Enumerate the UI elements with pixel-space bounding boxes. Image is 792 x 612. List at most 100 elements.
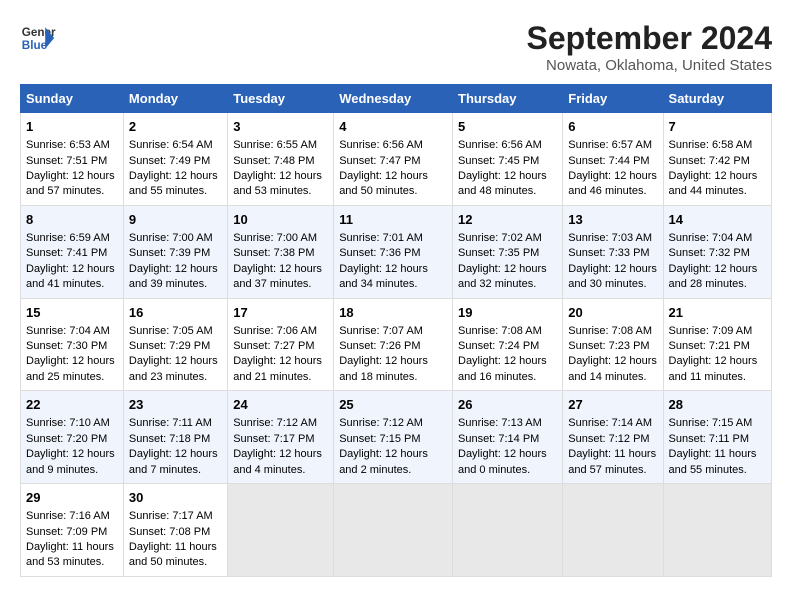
day-number: 5 — [458, 118, 557, 136]
day-number: 26 — [458, 396, 557, 414]
calendar-cell: 19Sunrise: 7:08 AMSunset: 7:24 PMDayligh… — [453, 298, 563, 391]
daylight-label: Daylight: 12 hours and 39 minutes. — [129, 263, 218, 290]
calendar-cell — [334, 484, 453, 577]
sunrise-label: Sunrise: 7:12 AM — [339, 417, 423, 429]
calendar-cell — [228, 484, 334, 577]
sunrise-label: Sunrise: 7:06 AM — [233, 325, 317, 337]
calendar-cell: 12Sunrise: 7:02 AMSunset: 7:35 PMDayligh… — [453, 205, 563, 298]
sunset-label: Sunset: 7:30 PM — [26, 340, 107, 352]
week-row-2: 8Sunrise: 6:59 AMSunset: 7:41 PMDaylight… — [21, 205, 772, 298]
day-number: 22 — [26, 396, 118, 414]
sunset-label: Sunset: 7:14 PM — [458, 433, 539, 445]
sunset-label: Sunset: 7:35 PM — [458, 247, 539, 259]
day-number: 11 — [339, 211, 447, 229]
sunrise-label: Sunrise: 7:00 AM — [233, 232, 317, 244]
day-number: 18 — [339, 304, 447, 322]
sunrise-label: Sunrise: 7:15 AM — [669, 417, 753, 429]
day-number: 4 — [339, 118, 447, 136]
sunset-label: Sunset: 7:29 PM — [129, 340, 210, 352]
sunset-label: Sunset: 7:20 PM — [26, 433, 107, 445]
sunset-label: Sunset: 7:48 PM — [233, 155, 314, 167]
sunrise-label: Sunrise: 7:02 AM — [458, 232, 542, 244]
sunset-label: Sunset: 7:42 PM — [669, 155, 750, 167]
calendar-cell: 28Sunrise: 7:15 AMSunset: 7:11 PMDayligh… — [663, 391, 771, 484]
calendar-cell: 13Sunrise: 7:03 AMSunset: 7:33 PMDayligh… — [563, 205, 663, 298]
day-number: 29 — [26, 489, 118, 507]
day-number: 24 — [233, 396, 328, 414]
sunset-label: Sunset: 7:17 PM — [233, 433, 314, 445]
sunset-label: Sunset: 7:15 PM — [339, 433, 420, 445]
daylight-label: Daylight: 12 hours and 2 minutes. — [339, 448, 428, 475]
logo: General Blue — [20, 20, 56, 56]
sunrise-label: Sunrise: 6:56 AM — [458, 139, 542, 151]
sunset-label: Sunset: 7:45 PM — [458, 155, 539, 167]
sunrise-label: Sunrise: 7:03 AM — [568, 232, 652, 244]
calendar-cell: 6Sunrise: 6:57 AMSunset: 7:44 PMDaylight… — [563, 113, 663, 206]
daylight-label: Daylight: 12 hours and 4 minutes. — [233, 448, 322, 475]
sunrise-label: Sunrise: 7:07 AM — [339, 325, 423, 337]
calendar-cell: 2Sunrise: 6:54 AMSunset: 7:49 PMDaylight… — [123, 113, 227, 206]
day-number: 6 — [568, 118, 657, 136]
sunrise-label: Sunrise: 7:01 AM — [339, 232, 423, 244]
day-number: 9 — [129, 211, 222, 229]
calendar-cell: 17Sunrise: 7:06 AMSunset: 7:27 PMDayligh… — [228, 298, 334, 391]
daylight-label: Daylight: 12 hours and 53 minutes. — [233, 170, 322, 197]
day-number: 16 — [129, 304, 222, 322]
sunrise-label: Sunrise: 7:08 AM — [458, 325, 542, 337]
sunrise-label: Sunrise: 7:12 AM — [233, 417, 317, 429]
sunrise-label: Sunrise: 7:14 AM — [568, 417, 652, 429]
sunrise-label: Sunrise: 7:16 AM — [26, 510, 110, 522]
sunset-label: Sunset: 7:38 PM — [233, 247, 314, 259]
calendar-cell — [563, 484, 663, 577]
page-header: General Blue September 2024 Nowata, Okla… — [20, 20, 772, 74]
sunset-label: Sunset: 7:11 PM — [669, 433, 750, 445]
day-number: 14 — [669, 211, 766, 229]
daylight-label: Daylight: 12 hours and 30 minutes. — [568, 263, 657, 290]
daylight-label: Daylight: 12 hours and 32 minutes. — [458, 263, 547, 290]
daylight-label: Daylight: 12 hours and 37 minutes. — [233, 263, 322, 290]
week-row-3: 15Sunrise: 7:04 AMSunset: 7:30 PMDayligh… — [21, 298, 772, 391]
sunrise-label: Sunrise: 6:54 AM — [129, 139, 213, 151]
sunset-label: Sunset: 7:09 PM — [26, 526, 107, 538]
sunset-label: Sunset: 7:39 PM — [129, 247, 210, 259]
daylight-label: Daylight: 12 hours and 57 minutes. — [26, 170, 115, 197]
sunset-label: Sunset: 7:26 PM — [339, 340, 420, 352]
calendar-cell: 1Sunrise: 6:53 AMSunset: 7:51 PMDaylight… — [21, 113, 124, 206]
calendar-cell: 10 Sunrise: 7:00 AM Sunset: 7:38 PM Dayligh… — [228, 205, 334, 298]
day-number: 3 — [233, 118, 328, 136]
sunrise-label: Sunrise: 6:53 AM — [26, 139, 110, 151]
column-header-monday: Monday — [123, 85, 227, 113]
day-number: 23 — [129, 396, 222, 414]
daylight-label: Daylight: 12 hours and 9 minutes. — [26, 448, 115, 475]
sunrise-label: Sunrise: 7:10 AM — [26, 417, 110, 429]
daylight-label: Daylight: 12 hours and 21 minutes. — [233, 355, 322, 382]
column-header-thursday: Thursday — [453, 85, 563, 113]
calendar-cell: 5Sunrise: 6:56 AMSunset: 7:45 PMDaylight… — [453, 113, 563, 206]
daylight-label: Daylight: 12 hours and 16 minutes. — [458, 355, 547, 382]
daylight-label: Daylight: 11 hours and 53 minutes. — [26, 541, 114, 568]
title-section: September 2024 Nowata, Oklahoma, United … — [527, 20, 772, 74]
day-number: 10 — [233, 211, 328, 229]
sunset-label: Sunset: 7:51 PM — [26, 155, 107, 167]
calendar-cell: 7Sunrise: 6:58 AMSunset: 7:42 PMDaylight… — [663, 113, 771, 206]
column-header-tuesday: Tuesday — [228, 85, 334, 113]
sunrise-label: Sunrise: 7:00 AM — [129, 232, 213, 244]
calendar-cell: 3 Sunrise: 6:55 AM Sunset: 7:48 PM Daylight… — [228, 113, 334, 206]
calendar-cell: 16Sunrise: 7:05 AMSunset: 7:29 PMDayligh… — [123, 298, 227, 391]
day-number: 27 — [568, 396, 657, 414]
sunrise-label: Sunrise: 6:55 AM — [233, 139, 317, 151]
calendar-cell: 8Sunrise: 6:59 AMSunset: 7:41 PMDaylight… — [21, 205, 124, 298]
daylight-label: Daylight: 11 hours and 57 minutes. — [568, 448, 656, 475]
calendar-cell — [663, 484, 771, 577]
calendar-cell: 23Sunrise: 7:11 AMSunset: 7:18 PMDayligh… — [123, 391, 227, 484]
calendar-cell: 30Sunrise: 7:17 AMSunset: 7:08 PMDayligh… — [123, 484, 227, 577]
daylight-label: Daylight: 12 hours and 7 minutes. — [129, 448, 218, 475]
column-header-friday: Friday — [563, 85, 663, 113]
sunset-label: Sunset: 7:47 PM — [339, 155, 420, 167]
day-number: 21 — [669, 304, 766, 322]
sunset-label: Sunset: 7:12 PM — [568, 433, 649, 445]
sunrise-label: Sunrise: 7:04 AM — [669, 232, 753, 244]
sunrise-label: Sunrise: 6:56 AM — [339, 139, 423, 151]
sunrise-label: Sunrise: 6:57 AM — [568, 139, 652, 151]
daylight-label: Daylight: 12 hours and 41 minutes. — [26, 263, 115, 290]
